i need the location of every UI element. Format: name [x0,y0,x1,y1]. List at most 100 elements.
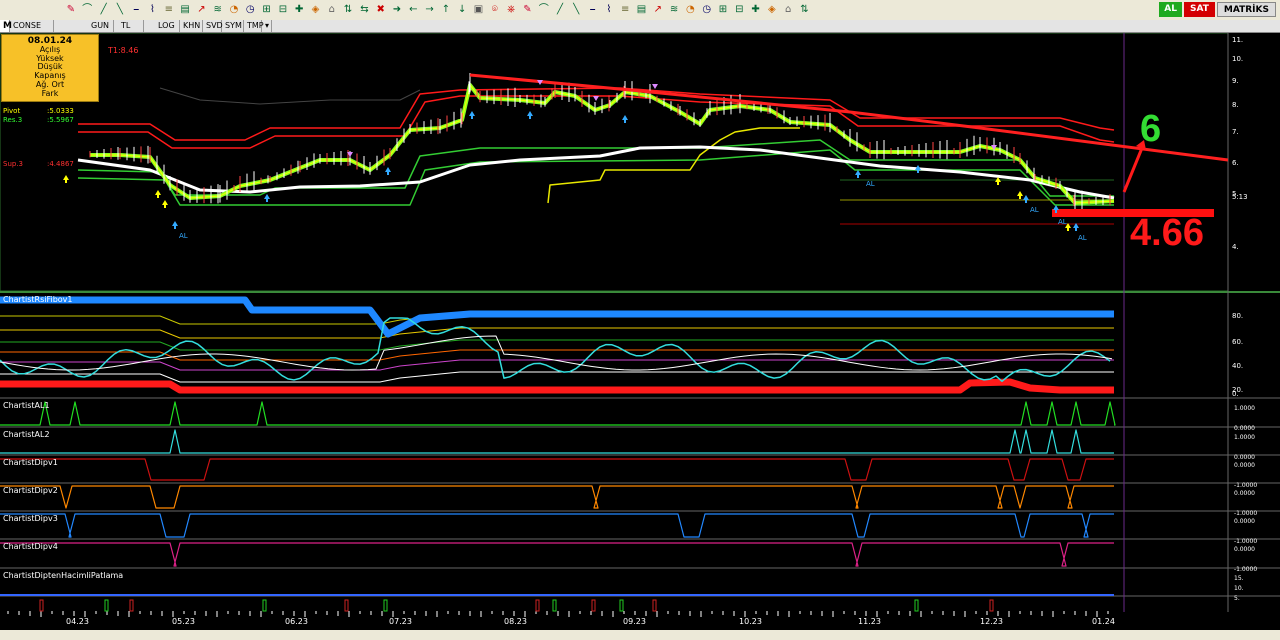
toolbar-tool-icon[interactable]: ⎈ [504,3,518,16]
indicator-y-tick: -1.0000 [1234,482,1258,489]
pivot-label: Pivot [3,107,21,115]
toolbar-tool-icon[interactable]: ➜ [390,3,404,16]
indicator-title: ChartistDipv1 [3,458,58,467]
toolbar-tool-icon[interactable]: ⌂ [325,3,339,16]
toolbar-tool-icon[interactable]: ⌾ [488,3,502,16]
toolbar-tool-icon[interactable]: ↗ [651,3,665,16]
lower-band-line [77,149,1114,206]
x-tick-label: 09.23 [623,617,646,626]
buy-arrow-icon [1019,196,1021,199]
toolbar-tool-icon[interactable]: ≡ [162,3,176,16]
al-button[interactable]: AL [1159,2,1182,17]
toolbar-tool-icon[interactable]: ≋ [667,3,681,16]
sup-label: Sup.3 [3,160,24,168]
toolbar-tool-icon[interactable]: ⎯ [586,3,600,16]
toolbar-tool-icon[interactable]: ⌇ [602,3,616,16]
tab-khn[interactable]: KHN [180,20,203,32]
toolbar-tool-icon[interactable]: ◔ [683,3,697,16]
sat-button[interactable]: SAT [1184,2,1215,17]
indicator-y-tick: 1.0000 [1234,434,1255,441]
toolbar-tool-icon[interactable]: ✎ [64,3,78,16]
toolbar-tool-icon[interactable]: ◈ [765,3,779,16]
rsi-upper-band [0,296,1114,338]
toolbar-tool-icon[interactable]: ⊟ [732,3,746,16]
toolbar-tool-icon[interactable]: ✚ [749,3,763,16]
toolbar-tool-icon[interactable]: ⌇ [146,3,160,16]
buy-arrow-icon [162,200,168,205]
toolbar-tool-icon[interactable]: ▣ [472,3,486,16]
toolbar-tool-icon[interactable]: ◔ [227,3,241,16]
matriks-button[interactable]: MATRİKS [1216,2,1276,17]
tab-log[interactable]: LOG [155,20,180,32]
toolbar-tool-icon[interactable]: ⊟ [276,3,290,16]
buy-arrow-icon [387,172,389,175]
toolbar-tool-icon[interactable]: ≋ [211,3,225,16]
toolbar-tool-icon[interactable]: ⎯ [129,3,143,16]
buy-arrow-icon [624,120,626,123]
tab-sym[interactable]: SYM [222,20,244,32]
tab-tl[interactable]: TL [118,20,144,32]
toolbar-tool-icon[interactable]: ✎ [520,3,534,16]
toolbar-tool-icon[interactable]: ◷ [700,3,714,16]
toolbar-tool-icon[interactable]: ⊞ [716,3,730,16]
toolbar-tool-icon[interactable]: ↑ [439,3,453,16]
buy-arrow-icon [385,167,391,172]
indicator-title: ChartistDiptenHacimliPatlama [3,571,124,580]
tab-gun[interactable]: GUN [88,20,114,32]
al2-signal-line [0,429,1114,454]
buy-arrow-icon [1025,200,1027,203]
sell-arrow-icon [652,84,658,89]
ohlc-info-box: 08.01.24 Açılış Yüksek Düşük Kapanış Ağ. Ort… [1,34,99,102]
x-tick-label: 01.24 [1092,617,1115,626]
indicator-y-tick: 60. [1232,338,1244,346]
toolbar-tool-icon[interactable]: ← [406,3,420,16]
indicator-y-tick: 0.0000 [1234,425,1255,432]
dipv1-signal-line [0,458,1114,481]
chevron-down-icon[interactable]: ▾ [262,20,272,32]
toolbar-tool-icon[interactable]: ╱ [97,3,111,16]
toolbar-tool-icon[interactable]: ✖ [374,3,388,16]
toolbar-tool-icon[interactable]: ↓ [455,3,469,16]
toolbar-tool-icon[interactable]: ⊞ [260,3,274,16]
buy-arrow-icon [266,199,268,202]
toolbar-tool-icon[interactable]: ✚ [292,3,306,16]
indicator-y-tick: 0.0000 [1234,462,1255,469]
toolbar-tool-icon[interactable]: ▤ [178,3,192,16]
toolbar-tool-icon[interactable]: ⇅ [341,3,355,16]
indicator-y-tick: 0.0000 [1234,546,1255,553]
t1-label: T1:8.46 [108,46,139,55]
toolbar-tool-icon[interactable]: ≡ [618,3,632,16]
toolbar-tool-icon[interactable]: ⇅ [798,3,812,16]
signal-label: AL [1030,206,1039,214]
toolbar-tool-icon[interactable]: ◷ [243,3,257,16]
toolbar-tool-icon[interactable]: ⌒ [80,3,94,16]
toolbar-tool-icon[interactable]: ╲ [569,3,583,16]
toolbar-tool-icon[interactable]: ↗ [194,3,208,16]
tab-tmp[interactable]: TMP [244,20,264,32]
volume-marker [619,599,624,612]
price-y-tick: 4. [1232,243,1239,251]
toolbar-tool-icon[interactable]: → [423,3,437,16]
buy-arrow-icon [527,111,533,116]
toolbar-tool-icon[interactable]: ▤ [635,3,649,16]
tab-m[interactable]: M [0,20,12,32]
buy-arrow-icon [264,194,270,199]
upper-band-line [159,87,421,105]
buy-arrow-icon [174,226,176,229]
toolbar-tool-icon[interactable]: ⌒ [537,3,551,16]
info-row-label: Fark [41,88,59,98]
tab-conse[interactable]: CONSE [10,20,54,32]
toolbar-tool-icon[interactable]: ╲ [113,3,127,16]
indicator-y-tick: 10. [1234,585,1244,592]
toolbar-tool-icon[interactable]: ╱ [553,3,567,16]
price-y-tick: 5. [1232,190,1239,198]
buy-arrow-icon [917,170,919,173]
toolbar-tool-icon[interactable]: ◈ [309,3,323,16]
buy-arrow-icon [65,180,67,183]
indicator-y-tick: 0.0000 [1234,518,1255,525]
indicator-y-tick: 15. [1234,575,1244,582]
tab-svd[interactable]: SVD [203,20,223,32]
toolbar-tool-icon[interactable]: ⌂ [781,3,795,16]
toolbar-tool-icon[interactable]: ⇆ [357,3,371,16]
volume-marker [591,599,596,612]
